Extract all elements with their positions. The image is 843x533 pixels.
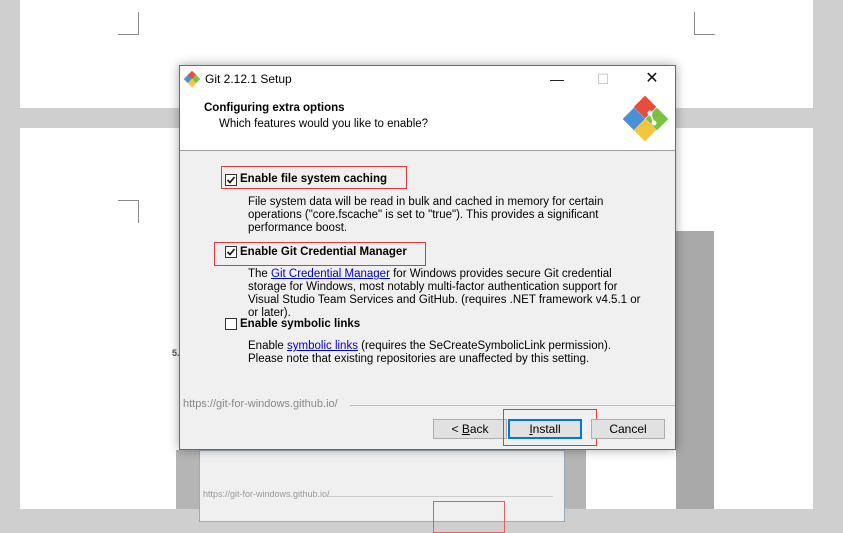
back-label: ack: [469, 422, 489, 436]
symbolic-links-link[interactable]: symbolic links: [287, 340, 358, 352]
footer-divider: [350, 405, 675, 406]
install-button[interactable]: Install: [508, 419, 582, 439]
cancel-button[interactable]: Cancel: [591, 419, 665, 439]
credential-manager-checkbox[interactable]: [225, 246, 237, 258]
ghost-divider: [328, 496, 553, 497]
crop-mark: [694, 12, 715, 35]
window-title: Git 2.12.1 Setup: [205, 72, 292, 86]
git-logo-icon: [620, 95, 672, 147]
credential-manager-link[interactable]: Git Credential Manager: [271, 268, 390, 280]
fscache-checkbox[interactable]: [225, 174, 237, 186]
wizard-header: Configuring extra options Which features…: [180, 92, 675, 151]
document-image-white: [587, 450, 676, 509]
credential-manager-label[interactable]: Enable Git Credential Manager: [240, 246, 407, 258]
project-url: https://git-for-windows.github.io/: [183, 398, 338, 410]
desc-text: The: [248, 268, 272, 280]
install-label: nstall: [532, 422, 561, 436]
back-mnemonic: B: [461, 422, 470, 436]
maximize-button[interactable]: ☐: [580, 66, 626, 92]
back-button[interactable]: < Back: [433, 419, 507, 439]
ghost-highlight: [433, 501, 505, 533]
ghost-url: https://git-for-windows.github.io/: [203, 489, 330, 499]
fscache-label[interactable]: Enable file system caching: [240, 173, 387, 185]
close-button[interactable]: ✕: [629, 66, 675, 92]
setup-dialog: Git 2.12.1 Setup — ☐ ✕ Configuring extra…: [179, 65, 676, 450]
symlinks-checkbox[interactable]: [225, 318, 237, 330]
crop-mark: [118, 200, 139, 223]
crop-mark: [118, 12, 139, 35]
document-image-block: [676, 231, 714, 509]
minimize-button[interactable]: —: [534, 66, 580, 92]
page-title: Configuring extra options: [204, 102, 345, 114]
fscache-description: File system data will be read in bulk an…: [248, 196, 604, 234]
symlinks-description: Enable symbolic links (requires the SeCr…: [248, 340, 648, 366]
symlinks-label[interactable]: Enable symbolic links: [240, 318, 360, 330]
credential-manager-description: The Git Credential Manager for Windows p…: [248, 268, 648, 320]
back-prefix: <: [451, 422, 462, 436]
page-subtitle: Which features would you like to enable?: [219, 118, 429, 130]
title-bar[interactable]: Git 2.12.1 Setup — ☐ ✕: [180, 66, 675, 92]
ghost-dialog: https://git-for-windows.github.io/: [199, 450, 565, 533]
desc-text: Enable: [248, 340, 288, 352]
git-app-icon: [183, 70, 201, 88]
